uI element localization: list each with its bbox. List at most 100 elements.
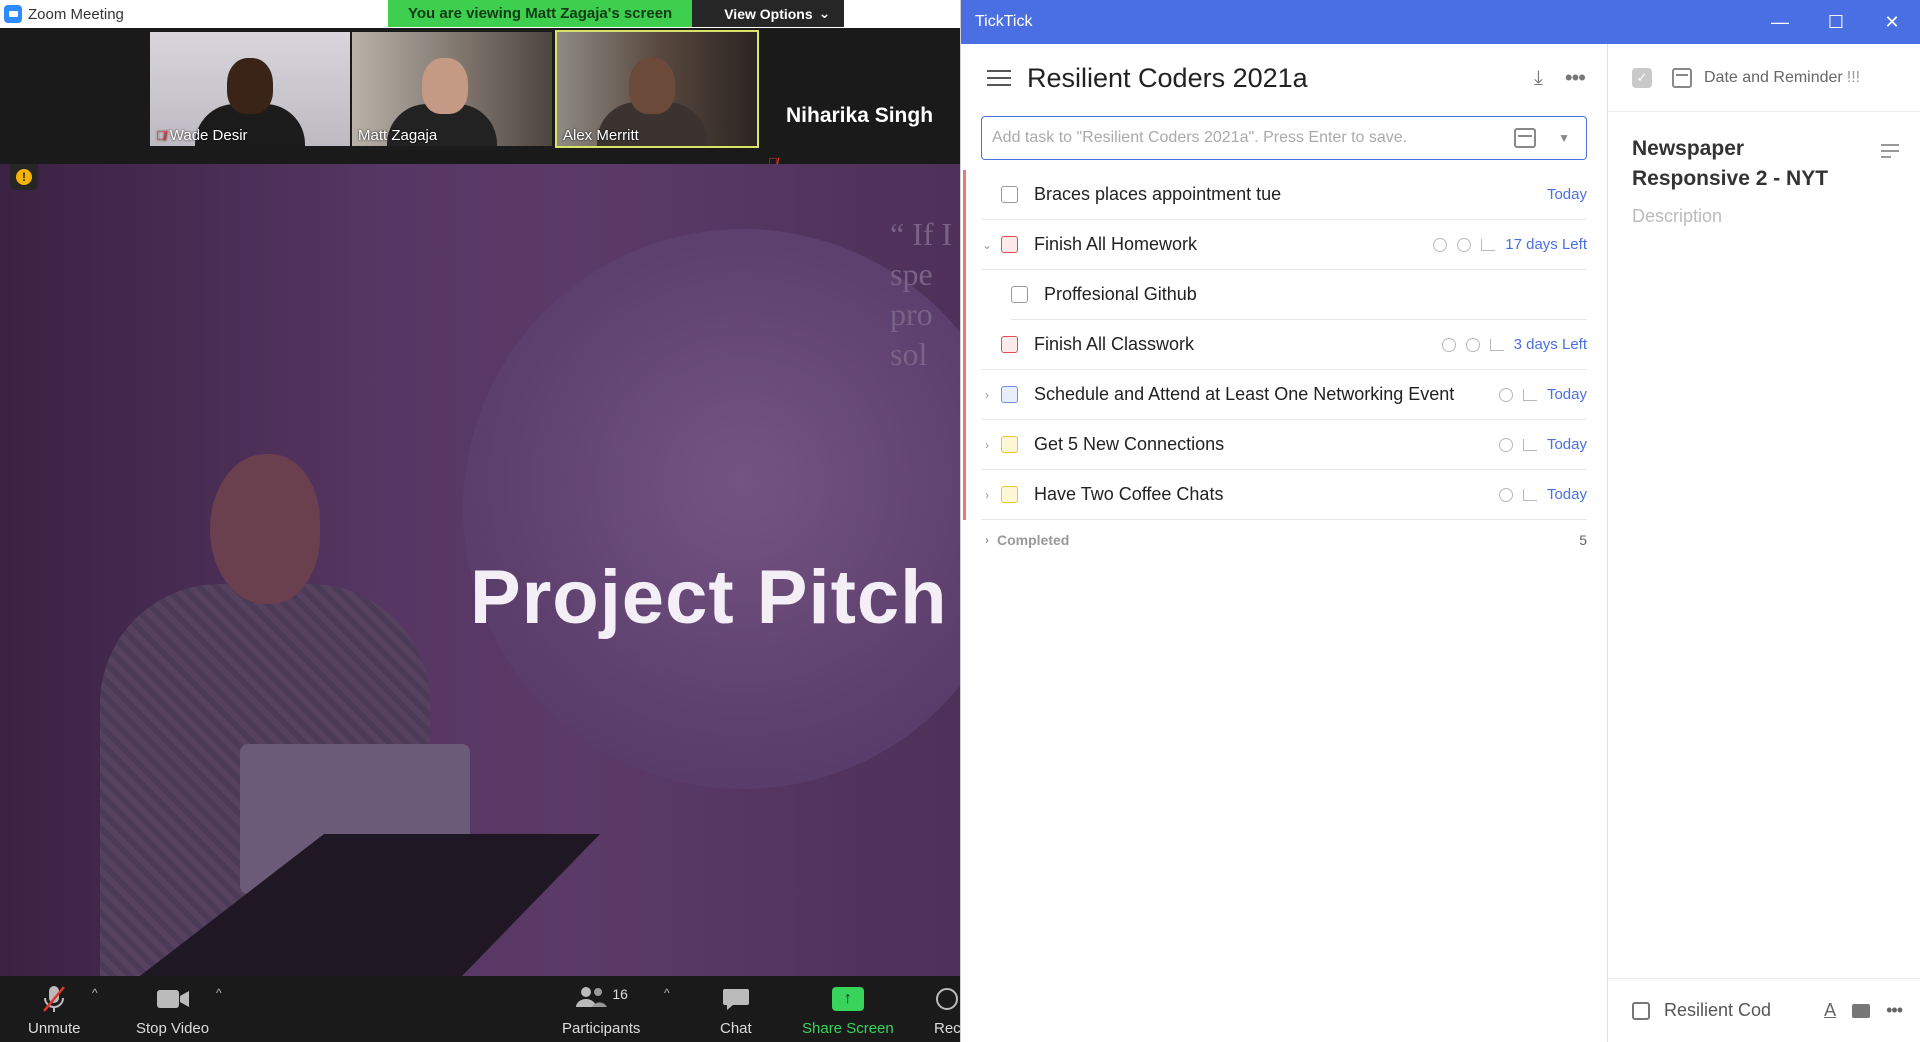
task-checkbox[interactable]	[1001, 186, 1018, 203]
muted-mic-icon	[41, 984, 67, 1014]
security-badge[interactable]: !	[10, 164, 38, 190]
more-options-icon[interactable]: •••	[1565, 65, 1586, 91]
calendar-icon[interactable]	[1672, 67, 1692, 88]
task-checkbox[interactable]	[1001, 486, 1018, 503]
muted-mic-icon: 🎙̸	[156, 128, 166, 143]
complete-checkbox-icon[interactable]: ✓	[1632, 67, 1652, 88]
task-checkbox[interactable]	[1001, 236, 1018, 253]
project-selector[interactable]: Resilient Cod	[1664, 1000, 1771, 1021]
add-task-input[interactable]	[982, 129, 1515, 147]
subtask-icon	[1489, 338, 1504, 351]
record-button[interactable]: Rec	[934, 984, 961, 1037]
share-screen-button[interactable]: ↑ Share Screen	[802, 984, 894, 1037]
more-options-icon[interactable]: •••	[1886, 1000, 1903, 1021]
task-checkbox[interactable]	[1011, 286, 1028, 303]
task-title[interactable]: Finish All Homework	[1034, 234, 1197, 255]
video-gallery: 🎙̸ Wade Desir Matt Zagaja Alex Merritt N…	[0, 28, 960, 170]
chevron-down-icon: ⌄	[818, 5, 831, 21]
unmute-button[interactable]: Unmute	[28, 984, 81, 1037]
task-row[interactable]: › Get 5 New Connections Today	[981, 420, 1587, 470]
task-due-date[interactable]: Today	[1547, 486, 1587, 503]
task-row[interactable]: Finish All Classwork 3 days Left	[981, 320, 1587, 370]
task-detail-pane: ✓ Date and Reminder !!! Newspaper Respon…	[1607, 44, 1920, 1042]
project-icon[interactable]	[1632, 1001, 1650, 1020]
text-format-icon[interactable]	[1881, 144, 1899, 158]
close-icon[interactable]: ✕	[1864, 0, 1920, 44]
video-tile-wade[interactable]: 🎙̸ Wade Desir	[150, 32, 350, 146]
date-reminder-button[interactable]: Date and Reminder	[1704, 69, 1843, 87]
chevron-right-icon: ›	[985, 533, 989, 547]
minimize-icon[interactable]: —	[1752, 0, 1808, 44]
zoom-logo-icon	[4, 5, 22, 23]
participants-options-caret-icon[interactable]: ^	[664, 986, 670, 1000]
share-screen-label: Share Screen	[802, 1020, 894, 1037]
expand-chevron-icon[interactable]: ›	[980, 488, 994, 502]
completed-section-toggle[interactable]: › Completed 5	[981, 532, 1587, 548]
zoom-toolbar: Unmute ^ Stop Video ^ 16 Participants ^	[0, 976, 961, 1042]
chevron-down-icon[interactable]: ▼	[1558, 131, 1570, 145]
task-title[interactable]: Schedule and Attend at Least One Network…	[1034, 384, 1454, 405]
task-due-date[interactable]: Today	[1547, 386, 1587, 403]
task-checkbox[interactable]	[1001, 386, 1018, 403]
comment-icon[interactable]	[1852, 1003, 1871, 1018]
stop-video-button[interactable]: Stop Video	[136, 984, 209, 1037]
detail-task-title[interactable]: Newspaper Responsive 2 - NYT	[1632, 134, 1852, 194]
subtask-row[interactable]: Proffesional Github	[1011, 270, 1587, 320]
slide-quote: “ If I spe pro sol	[890, 216, 953, 372]
task-due-date[interactable]: 17 days Left	[1505, 236, 1587, 253]
record-icon	[935, 984, 959, 1014]
video-options-caret-icon[interactable]: ^	[216, 986, 222, 1000]
participant-name: Wade Desir	[169, 127, 248, 144]
chat-button[interactable]: Chat	[720, 984, 752, 1037]
participant-name-niharika[interactable]: Niharika Singh	[786, 104, 933, 128]
calendar-icon[interactable]	[1514, 128, 1537, 148]
alarm-icon	[1457, 237, 1472, 252]
task-row[interactable]: › Schedule and Attend at Least One Netwo…	[981, 370, 1587, 420]
hamburger-menu-icon[interactable]	[987, 70, 1011, 86]
participants-button[interactable]: 16 Participants	[562, 984, 640, 1037]
maximize-icon[interactable]: ☐	[1808, 0, 1864, 44]
sort-icon[interactable]: ⤓	[1534, 67, 1543, 90]
font-format-icon[interactable]: A	[1824, 1000, 1836, 1021]
view-options-button[interactable]: View Options ⌄	[692, 0, 845, 27]
task-due-date[interactable]: 3 days Left	[1514, 336, 1587, 353]
detail-footer: Resilient Cod A •••	[1608, 978, 1920, 1042]
speaker-head	[210, 454, 320, 604]
video-tile-alex[interactable]: Alex Merritt	[555, 30, 759, 148]
detail-body: Newspaper Responsive 2 - NYT Description	[1608, 112, 1920, 249]
task-row[interactable]: › Have Two Coffee Chats Today	[981, 470, 1587, 520]
task-title[interactable]: Finish All Classwork	[1034, 334, 1194, 355]
audio-options-caret-icon[interactable]: ^	[92, 986, 98, 1000]
task-due-date[interactable]: Today	[1547, 186, 1587, 203]
alarm-icon	[1465, 337, 1480, 352]
video-tile-matt[interactable]: Matt Zagaja	[352, 32, 552, 146]
ticktick-window-title: TickTick	[975, 13, 1033, 30]
list-header: Resilient Coders 2021a ⤓ •••	[961, 44, 1607, 112]
task-title[interactable]: Get 5 New Connections	[1034, 434, 1224, 455]
task-row[interactable]: Braces places appointment tue Today	[981, 170, 1587, 220]
task-title[interactable]: Have Two Coffee Chats	[1034, 484, 1223, 505]
slide-title: Project Pitch	[470, 555, 948, 640]
collapse-chevron-icon[interactable]: ⌄	[980, 238, 994, 252]
task-title[interactable]: Braces places appointment tue	[1034, 184, 1281, 205]
zoom-window-title: Zoom Meeting	[28, 5, 124, 23]
video-camera-icon	[156, 984, 190, 1014]
repeat-icon	[1441, 337, 1456, 352]
repeat-icon	[1498, 487, 1513, 502]
task-title[interactable]: Proffesional Github	[1044, 284, 1197, 305]
share-screen-icon: ↑	[831, 987, 864, 1011]
chat-label: Chat	[720, 1020, 752, 1037]
expand-chevron-icon[interactable]: ›	[980, 438, 994, 452]
active-section-indicator	[963, 170, 966, 520]
task-due-date[interactable]: Today	[1547, 436, 1587, 453]
expand-chevron-icon[interactable]: ›	[980, 388, 994, 402]
record-label: Rec	[934, 1020, 961, 1037]
task-checkbox[interactable]	[1001, 436, 1018, 453]
task-checkbox[interactable]	[1001, 336, 1018, 353]
priority-flag[interactable]: !!!	[1847, 69, 1860, 87]
subtask-icon	[1522, 388, 1537, 401]
task-row[interactable]: ⌄ Finish All Homework 17 days Left	[981, 220, 1587, 270]
add-task-field[interactable]: ▼	[981, 116, 1587, 160]
shield-icon: !	[16, 169, 32, 185]
description-field[interactable]: Description	[1632, 206, 1897, 227]
